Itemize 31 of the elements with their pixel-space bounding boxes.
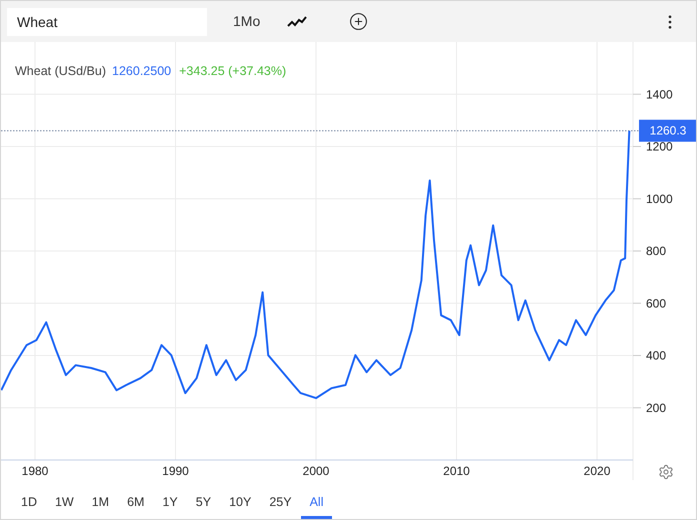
- x-tick-label: 2000: [302, 464, 330, 478]
- symbol-field[interactable]: Wheat: [7, 8, 207, 36]
- y-tick-label: 200: [646, 400, 666, 415]
- legend-name: Wheat (USd/Bu): [15, 63, 106, 80]
- x-tick-label: 2020: [584, 464, 610, 478]
- y-tick-label: 800: [646, 244, 666, 258]
- legend-change: +343.25 (+37.43%): [179, 63, 286, 80]
- x-tick-label: 2010: [443, 464, 470, 478]
- ref-line-label: 1260.3: [650, 124, 687, 138]
- line-chart-icon[interactable]: [287, 16, 308, 28]
- interval-button[interactable]: 1Mo: [233, 11, 260, 32]
- range-tab[interactable]: 1W: [46, 488, 83, 519]
- x-tick-label: 1980: [22, 464, 48, 478]
- y-tick-label: 1200: [646, 140, 673, 154]
- range-tab[interactable]: 1M: [82, 488, 118, 519]
- add-icon[interactable]: [349, 12, 368, 31]
- range-tab[interactable]: 10Y: [220, 488, 260, 519]
- legend-price: 1260.2500: [112, 63, 172, 80]
- range-tab[interactable]: 6M: [118, 488, 154, 519]
- y-tick-label: 400: [646, 348, 666, 362]
- price-label: 1260.3: [639, 120, 696, 142]
- x-tick-label: 1990: [162, 464, 189, 478]
- range-tab[interactable]: 25Y: [260, 488, 301, 519]
- y-tick-label: 600: [646, 296, 666, 310]
- settings-icon[interactable]: [660, 465, 672, 479]
- y-tick-label: 1000: [646, 192, 673, 206]
- range-tab[interactable]: 1D: [12, 488, 46, 519]
- y-tick-label: 1400: [646, 87, 673, 102]
- range-tab[interactable]: 1Y: [153, 488, 187, 519]
- range-tab[interactable]: All: [300, 488, 332, 519]
- range-tab[interactable]: 5Y: [186, 488, 220, 519]
